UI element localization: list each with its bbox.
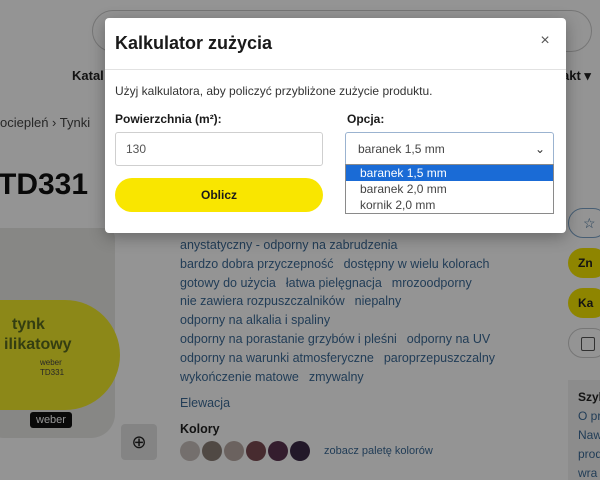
modal-header: Kalkulator zużycia × xyxy=(105,18,566,70)
modal-title: Kalkulator zużycia xyxy=(115,33,273,53)
option-label: Opcja: xyxy=(347,112,385,126)
dropdown-option[interactable]: baranek 2,0 mm xyxy=(346,181,553,197)
modal-description: Użyj kalkulatora, aby policzyć przybliżo… xyxy=(115,84,433,98)
chevron-down-icon: ⌄ xyxy=(534,142,545,156)
dropdown-option[interactable]: baranek 1,5 mm xyxy=(346,165,553,181)
option-select-value: baranek 1,5 mm xyxy=(358,142,445,156)
calculate-button[interactable]: Oblicz xyxy=(115,178,323,212)
option-dropdown-list: baranek 1,5 mm baranek 2,0 mm kornik 2,0… xyxy=(345,164,554,214)
close-icon[interactable]: × xyxy=(536,32,554,52)
area-label: Powierzchnia (m²): xyxy=(115,112,222,126)
dropdown-option[interactable]: kornik 2,0 mm xyxy=(346,197,553,213)
area-input[interactable]: 130 xyxy=(115,132,323,166)
option-select[interactable]: baranek 1,5 mm ⌄ xyxy=(345,132,554,166)
